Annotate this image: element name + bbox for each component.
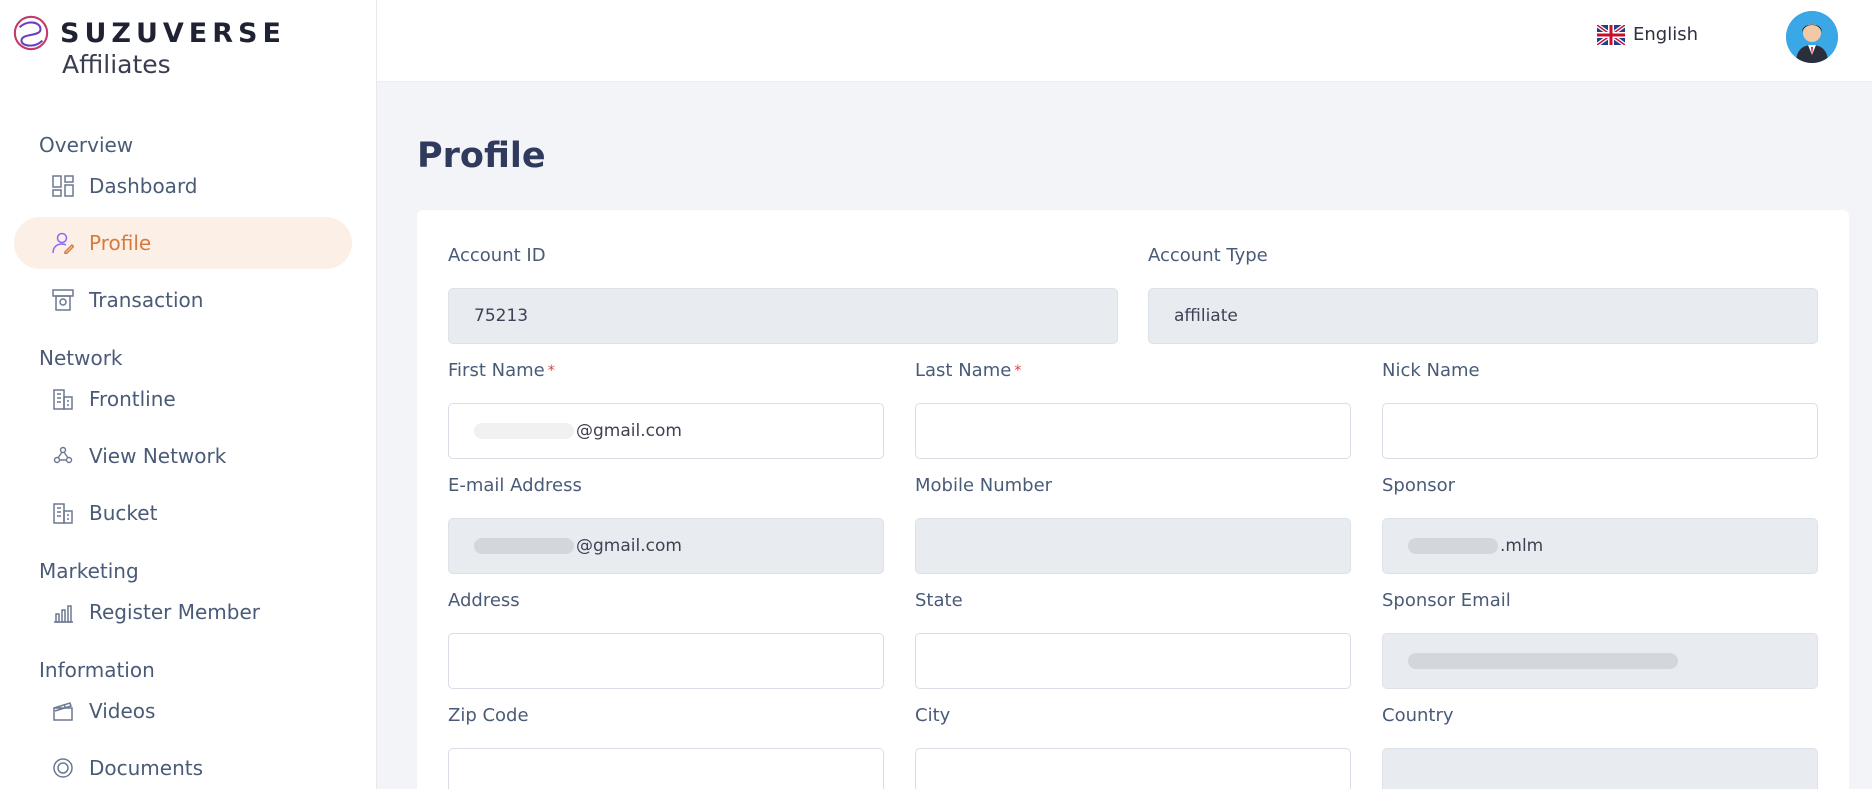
- account-id-field: Account ID 75213: [448, 244, 1118, 344]
- language-label: English: [1633, 24, 1698, 45]
- nav-section-network: Network: [39, 346, 123, 370]
- last-name-field: Last Name *: [915, 359, 1351, 459]
- account-type-field: Account Type affiliate: [1148, 244, 1818, 344]
- redacted-text: [474, 423, 574, 439]
- brand-name: SUZUVERSE: [60, 18, 286, 49]
- language-selector[interactable]: English: [1597, 24, 1698, 45]
- suzuverse-logo-icon: [13, 15, 49, 51]
- mobile-field: Mobile Number: [915, 474, 1351, 574]
- address-input[interactable]: [448, 633, 884, 689]
- account-id-label: Account ID: [448, 245, 546, 266]
- sidebar-item-label: Frontline: [89, 387, 176, 411]
- address-label: Address: [448, 590, 520, 611]
- user-edit-icon: [51, 231, 75, 255]
- mobile-input[interactable]: [915, 518, 1351, 574]
- avatar-person-icon: [1786, 11, 1838, 63]
- email-field: E-mail Address @gmail.com: [448, 474, 884, 574]
- account-type-label: Account Type: [1148, 245, 1268, 266]
- brand-subtitle: Affiliates: [62, 50, 171, 79]
- country-label: Country: [1382, 705, 1454, 726]
- nick-name-label: Nick Name: [1382, 360, 1480, 381]
- redacted-text: [1408, 538, 1498, 554]
- uk-flag-icon: [1597, 24, 1625, 45]
- email-input[interactable]: @gmail.com: [448, 518, 884, 574]
- state-field: State: [915, 589, 1351, 689]
- sidebar-item-register-member[interactable]: Register Member: [14, 586, 352, 638]
- sponsor-email-input[interactable]: [1382, 633, 1818, 689]
- required-mark: *: [547, 363, 555, 379]
- atm-icon: [51, 288, 75, 312]
- user-avatar[interactable]: [1786, 11, 1838, 63]
- brand[interactable]: SUZUVERSE Affiliates: [12, 14, 352, 84]
- state-label: State: [915, 590, 963, 611]
- zip-input[interactable]: [448, 748, 884, 789]
- dashboard-icon: [51, 174, 75, 198]
- sidebar-item-label: View Network: [89, 444, 227, 468]
- sidebar-item-frontline[interactable]: Frontline: [14, 373, 352, 425]
- video-icon: [51, 699, 75, 723]
- sidebar-item-label: Transaction: [89, 288, 204, 312]
- nick-name-input[interactable]: [1382, 403, 1818, 459]
- sidebar-item-transaction[interactable]: Transaction: [14, 274, 352, 326]
- sidebar-item-bucket[interactable]: Bucket: [14, 487, 352, 539]
- sidebar-item-label: Videos: [89, 699, 156, 723]
- city-field: City: [915, 704, 1351, 789]
- page-title: Profile: [417, 136, 546, 176]
- zip-label: Zip Code: [448, 705, 529, 726]
- document-icon: [51, 756, 75, 780]
- sidebar-item-label: Register Member: [89, 600, 260, 624]
- nav-section-overview: Overview: [39, 133, 134, 157]
- city-input[interactable]: [915, 748, 1351, 789]
- sponsor-field: Sponsor .mlm: [1382, 474, 1818, 574]
- building-icon: [51, 387, 75, 411]
- nav-section-information: Information: [39, 658, 155, 682]
- profile-card: Account ID 75213 Account Type affiliate …: [417, 210, 1849, 789]
- network-icon: [51, 444, 75, 468]
- required-mark: *: [1014, 363, 1022, 379]
- sidebar-item-dashboard[interactable]: Dashboard: [14, 160, 352, 212]
- country-input[interactable]: [1382, 748, 1818, 789]
- sidebar-item-documents[interactable]: Documents: [14, 742, 352, 789]
- last-name-label: Last Name *: [915, 360, 1022, 381]
- sponsor-email-field: Sponsor Email: [1382, 589, 1818, 689]
- first-name-field: First Name * @gmail.com: [448, 359, 884, 459]
- sponsor-email-label: Sponsor Email: [1382, 590, 1511, 611]
- first-name-label: First Name *: [448, 360, 555, 381]
- redacted-text: [1408, 653, 1678, 669]
- sidebar: SUZUVERSE Affiliates Overview Dashboard …: [0, 0, 377, 789]
- sidebar-item-label: Bucket: [89, 501, 158, 525]
- mobile-label: Mobile Number: [915, 475, 1053, 496]
- first-name-input[interactable]: @gmail.com: [448, 403, 884, 459]
- address-field: Address: [448, 589, 884, 689]
- redacted-text: [474, 538, 574, 554]
- sidebar-item-videos[interactable]: Videos: [14, 685, 352, 737]
- account-id-input[interactable]: 75213: [448, 288, 1118, 344]
- sidebar-item-label: Profile: [89, 231, 152, 255]
- sidebar-nav: Overview Dashboard Profile Transaction N…: [0, 130, 376, 789]
- building-icon: [51, 501, 75, 525]
- sponsor-input[interactable]: .mlm: [1382, 518, 1818, 574]
- sidebar-item-view-network[interactable]: View Network: [14, 430, 352, 482]
- city-label: City: [915, 705, 951, 726]
- sidebar-item-label: Dashboard: [89, 174, 198, 198]
- zip-field: Zip Code: [448, 704, 884, 789]
- sidebar-item-label: Documents: [89, 756, 204, 780]
- country-field: Country: [1382, 704, 1818, 789]
- sidebar-item-profile[interactable]: Profile: [14, 217, 352, 269]
- email-label: E-mail Address: [448, 475, 582, 496]
- last-name-input[interactable]: [915, 403, 1351, 459]
- account-type-input[interactable]: affiliate: [1148, 288, 1818, 344]
- nick-name-field: Nick Name: [1382, 359, 1818, 459]
- top-bar: English: [377, 0, 1872, 82]
- sponsor-label: Sponsor: [1382, 475, 1456, 496]
- chart-icon: [51, 600, 75, 624]
- state-input[interactable]: [915, 633, 1351, 689]
- nav-section-marketing: Marketing: [39, 559, 139, 583]
